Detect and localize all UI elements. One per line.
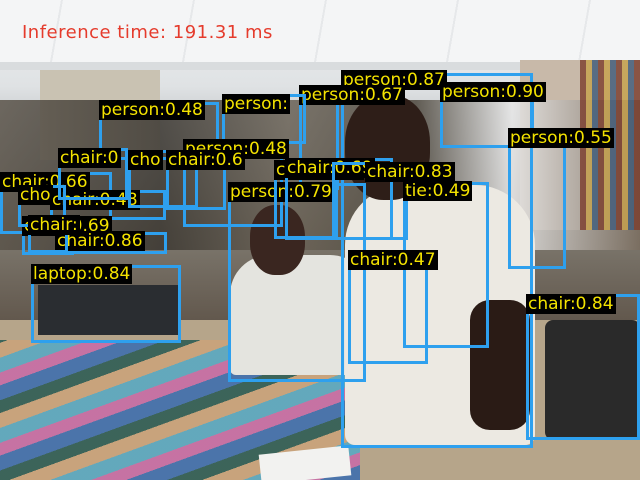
detection-label: person:0.90	[440, 82, 546, 102]
detection-label: cho	[18, 185, 53, 205]
detection-label: tie:0.49	[403, 181, 473, 201]
detection-box	[526, 294, 640, 440]
detection-label: person:0.67	[299, 85, 405, 105]
detection-label: chair:0	[58, 148, 121, 168]
inference-time-label: Inference time: 191.31 ms	[22, 22, 273, 43]
detection-label: chair:0.47	[348, 250, 438, 270]
detection-box	[508, 130, 566, 269]
detection-label: chair:0.84	[526, 294, 616, 314]
detection-label: chair:0.83	[365, 162, 455, 182]
detection-label: chair:	[28, 215, 80, 235]
detection-label: laptop:0.84	[31, 264, 133, 284]
detection-label: person:	[222, 94, 290, 114]
detection-label: chair:0.6	[166, 150, 245, 170]
detection-label: cho	[128, 150, 163, 170]
detection-label: person:0.48	[99, 100, 205, 120]
detection-image: person:0.87 person:0.90 person:0.67 person:…	[0, 0, 640, 480]
detection-label: person:0.55	[508, 128, 614, 148]
